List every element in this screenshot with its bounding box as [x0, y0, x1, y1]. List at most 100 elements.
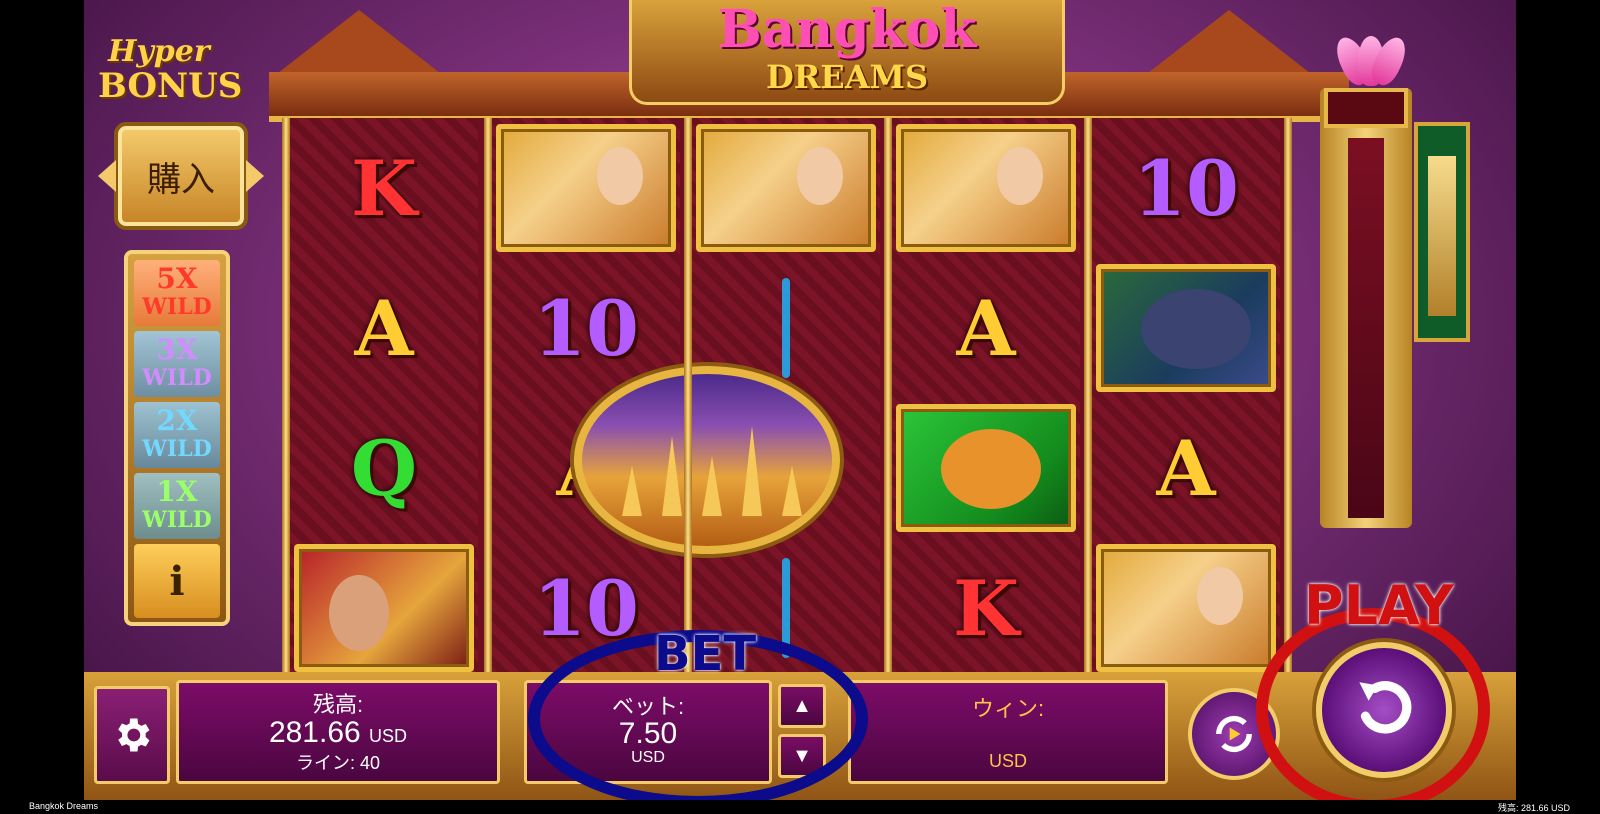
- reel-grid: KAQ10A10AK10A: [282, 118, 1292, 678]
- dancer-figure: [1197, 567, 1243, 625]
- reel-cell: [892, 118, 1080, 258]
- reel-cell: [1092, 258, 1280, 398]
- win-currency: USD: [988, 751, 1027, 771]
- balance-label: 残高:: [312, 692, 364, 717]
- dancer-figure: [597, 147, 643, 205]
- status-strip: Bangkok Dreams 残高: 281.66 USD: [0, 800, 1600, 813]
- buy-bonus-button[interactable]: 購入: [98, 126, 264, 226]
- warrior-king-figure: [329, 575, 389, 651]
- temple-spire: [622, 466, 642, 516]
- hyper-bonus-line2: BONUS: [98, 66, 243, 106]
- balance-value: 281.66: [268, 716, 361, 749]
- warrior-king-symbol: [294, 544, 474, 672]
- reel-1: KAQ: [290, 118, 478, 678]
- symbol-A: A: [1156, 423, 1216, 513]
- lines-label: ライン: 40: [295, 753, 381, 773]
- wild-word: WILD: [142, 507, 212, 533]
- wild-multiplier-column: 5X WILD 3X WILD 2X WILD 1X WILD i: [124, 250, 230, 626]
- tiger-figure: [941, 429, 1041, 509]
- reel-cell: [290, 538, 478, 678]
- hyper-bonus-logo: Hyper BONUS: [98, 34, 268, 106]
- wild-2x-option[interactable]: 2X WILD: [134, 402, 220, 468]
- temple-spire: [662, 436, 682, 516]
- tiger-symbol: [896, 404, 1076, 532]
- autoplay-icon: [1216, 715, 1252, 753]
- meter-top: [1324, 88, 1408, 128]
- wild-1x-option[interactable]: 1X WILD: [134, 473, 220, 539]
- balance-panel: 残高: 281.66 USD ライン: 40: [176, 680, 500, 784]
- elephant-symbol: [1096, 264, 1276, 392]
- balance-currency: USD: [369, 726, 408, 746]
- side-panel-gold: [1428, 156, 1456, 316]
- reel-cell: K: [892, 538, 1080, 678]
- hyper-bonus-line1: Hyper: [108, 34, 210, 69]
- symbol-A: A: [956, 283, 1016, 373]
- reel-cell: A: [1092, 398, 1280, 538]
- reel-frame-right: [1284, 118, 1292, 678]
- wild-word: WILD: [142, 365, 212, 391]
- play-annotation-ring: [1256, 608, 1490, 812]
- logo-subtitle: DREAMS: [765, 58, 929, 96]
- temple-spire: [702, 456, 722, 516]
- balance-status: 残高: 281.66 USD: [1497, 803, 1570, 813]
- wild-3x-option[interactable]: 3X WILD: [134, 331, 220, 397]
- reel-cell: [892, 398, 1080, 538]
- roof-peak-left: [269, 10, 449, 80]
- win-panel: ウィン: USD: [848, 680, 1168, 784]
- reel-cell: [1092, 538, 1280, 678]
- dancer-figure: [797, 147, 843, 205]
- gear-icon: [118, 718, 150, 752]
- wild-5x-option[interactable]: 5X WILD: [134, 260, 220, 326]
- reel-cell: A: [892, 258, 1080, 398]
- temple-spire: [782, 466, 802, 516]
- symbol-10: 10: [1133, 143, 1239, 233]
- roof-peak-right: [1139, 10, 1319, 80]
- temple-medallion-symbol: [574, 366, 840, 554]
- dancer-symbol: [696, 124, 876, 252]
- logo-title: Bangkok: [717, 0, 977, 60]
- wild-mult: 1X: [156, 475, 198, 508]
- reel-4: AK: [892, 118, 1080, 678]
- reel-cell: K: [290, 118, 478, 258]
- wild-mult: 5X: [156, 262, 198, 295]
- wild-word: WILD: [142, 294, 212, 320]
- reel-separator: [884, 118, 892, 678]
- symbol-K: K: [952, 563, 1020, 653]
- dancer-symbol: [896, 124, 1076, 252]
- side-panel: [1414, 122, 1470, 342]
- temple-spire: [742, 426, 762, 516]
- reel-cell: Q: [290, 398, 478, 538]
- reel-5: 10 A: [1092, 118, 1280, 678]
- bonus-meter: [1320, 88, 1412, 528]
- reel-cell: [492, 118, 680, 258]
- reel-cell: 10: [1092, 118, 1280, 258]
- symbol-10: 10: [533, 283, 639, 373]
- win-label: ウィン:: [971, 696, 1045, 721]
- info-button[interactable]: i: [134, 544, 220, 618]
- game-name-label: Bangkok Dreams: [29, 801, 99, 811]
- symbol-A: A: [354, 283, 414, 373]
- symbol-K: K: [350, 143, 418, 233]
- meter-fill: [1348, 138, 1384, 518]
- reel-cell: A: [290, 258, 478, 398]
- reel-separator: [684, 118, 692, 678]
- bet-annotation-label: BET: [654, 626, 757, 682]
- play-annotation-label: PLAY: [1304, 574, 1454, 637]
- reel-area: KAQ10A10AK10A: [290, 118, 1290, 678]
- reel-cell: [692, 118, 880, 258]
- game-logo: Bangkok DREAMS: [629, 0, 1065, 105]
- reel-separator: [484, 118, 492, 678]
- elephant-figure: [1141, 289, 1251, 369]
- settings-button[interactable]: [94, 686, 170, 784]
- reel-frame-left: [282, 118, 290, 678]
- blue-bar-symbol: [782, 278, 790, 378]
- wild-word: WILD: [142, 436, 212, 462]
- wild-mult: 3X: [156, 333, 198, 366]
- reel-separator: [1084, 118, 1092, 678]
- dancer-symbol: [1096, 544, 1276, 672]
- wild-mult: 2X: [156, 404, 198, 437]
- balance-value-row: 281.66 USD: [179, 717, 497, 752]
- lotus-icon: [1330, 28, 1412, 90]
- dancer-symbol: [496, 124, 676, 252]
- dancer-figure: [997, 147, 1043, 205]
